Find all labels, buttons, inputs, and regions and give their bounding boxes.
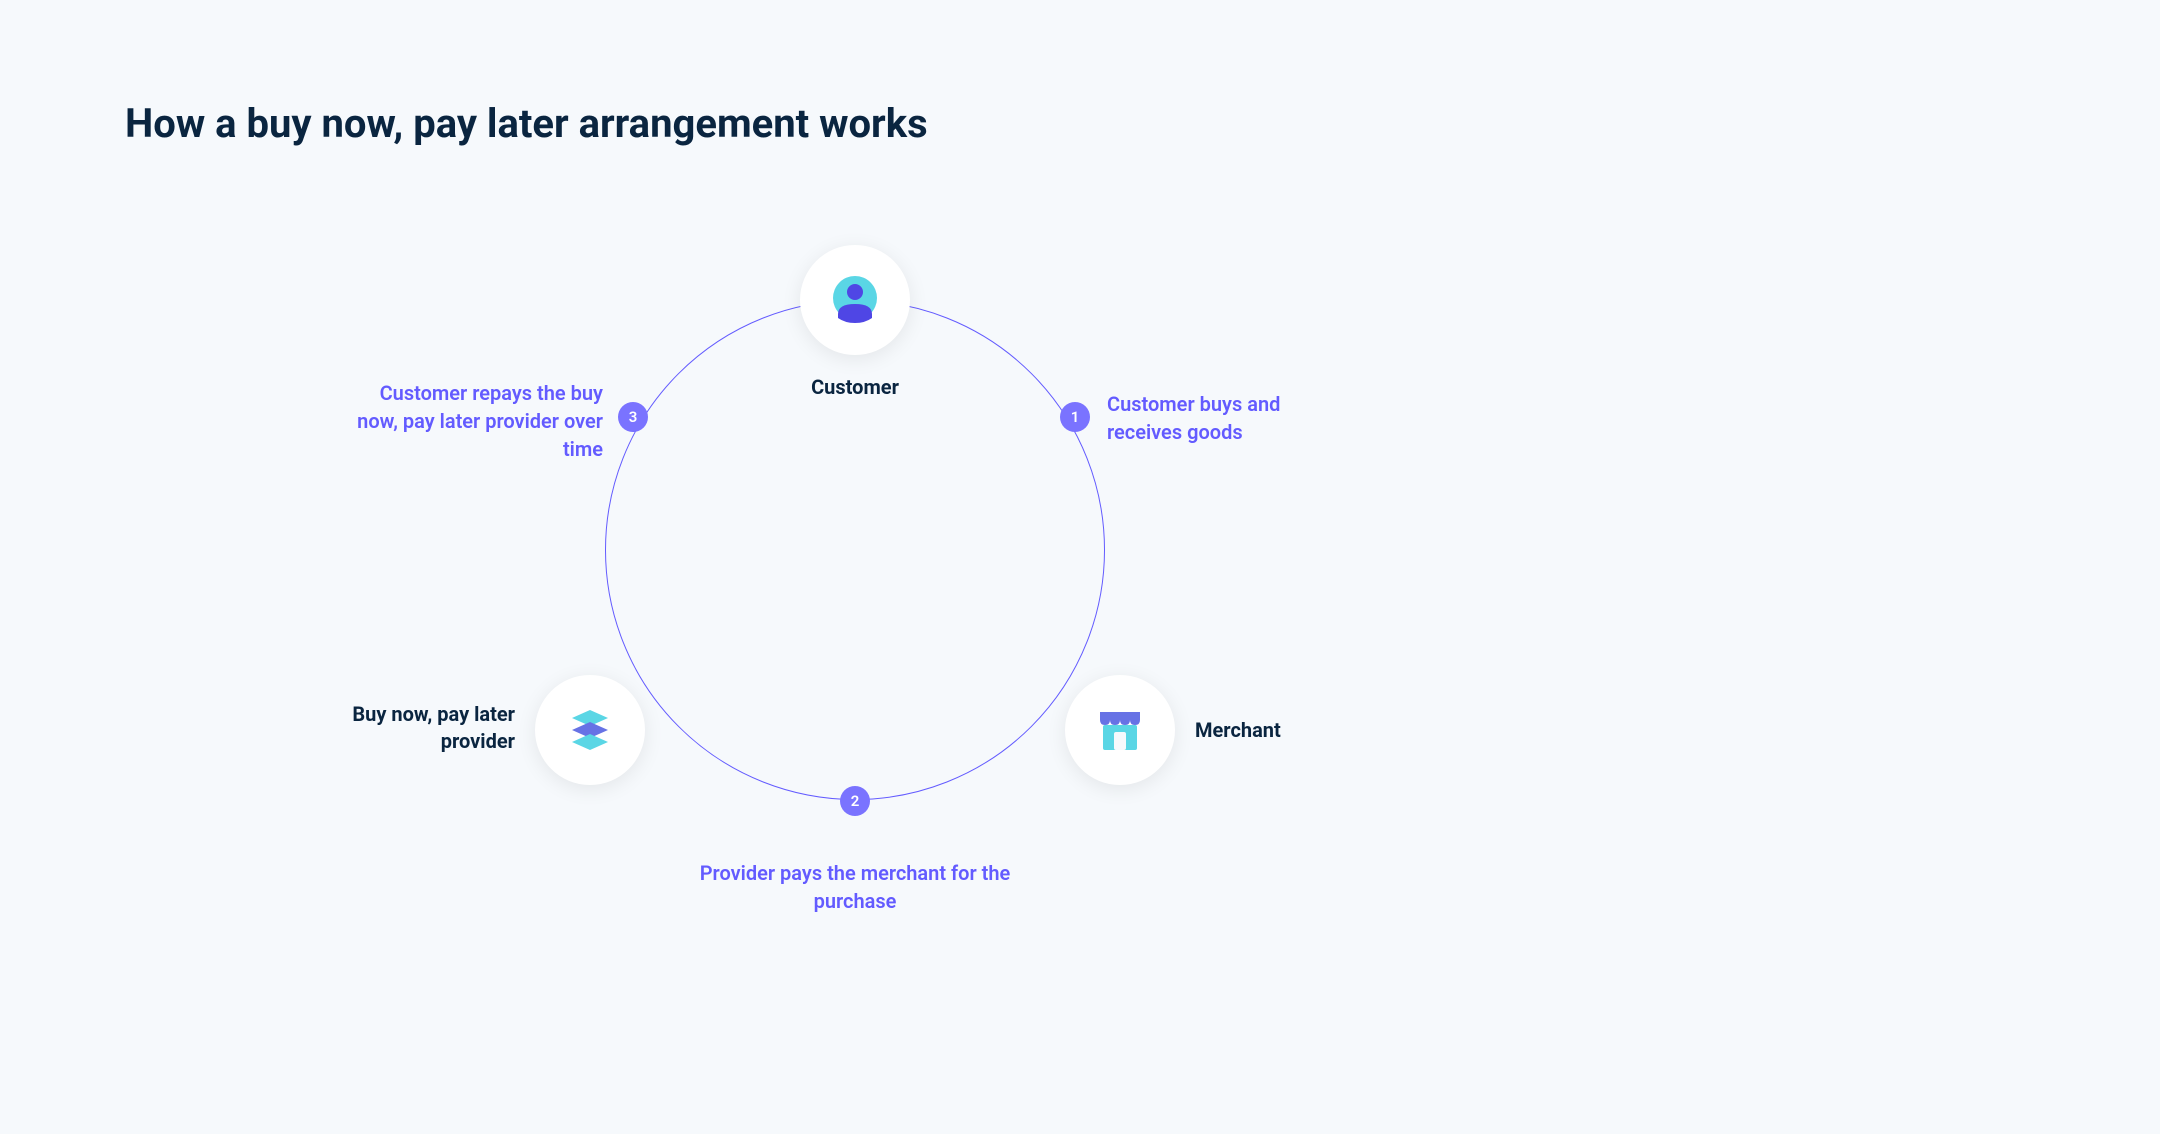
step-2-badge: 2	[840, 786, 870, 816]
merchant-icon	[1090, 700, 1150, 760]
merchant-label: Merchant	[1195, 718, 1281, 742]
customer-label: Customer	[811, 375, 899, 399]
merchant-node	[1065, 675, 1175, 785]
step-3-badge: 3	[618, 402, 648, 432]
provider-node	[535, 675, 645, 785]
customer-node	[800, 245, 910, 355]
step-2-text: Provider pays the merchant for the purch…	[695, 859, 1015, 915]
step-1-badge: 1	[1060, 402, 1090, 432]
provider-icon	[560, 700, 620, 760]
provider-label: Buy now, pay later provider	[315, 701, 515, 755]
flow-diagram: Customer Merchant Buy now, pay later pro…	[555, 250, 1155, 850]
step-1-text: Customer buys and receives goods	[1107, 390, 1347, 446]
step-3-text: Customer repays the buy now, pay later p…	[343, 379, 603, 463]
customer-icon	[825, 270, 885, 330]
diagram-title: How a buy now, pay later arrangement wor…	[125, 100, 928, 147]
